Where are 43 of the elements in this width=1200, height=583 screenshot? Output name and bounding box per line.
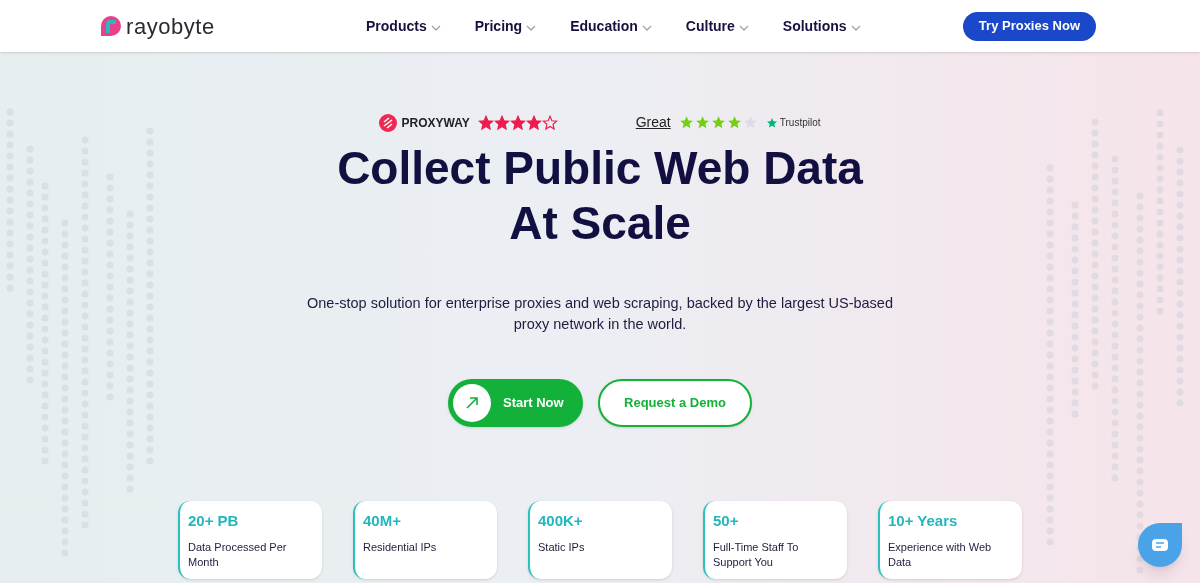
- star-icon: [694, 115, 710, 130]
- stat-label: Static IPs: [538, 539, 586, 555]
- chevron-down-icon: [738, 25, 749, 31]
- logo-wordmark[interactable]: rayobyte: [126, 9, 215, 43]
- arrow-up-right-icon: [465, 396, 479, 410]
- try-proxies-button[interactable]: Try Proxies Now: [962, 11, 1096, 41]
- stat-label: Full-Time Staff To Support You: [713, 539, 800, 570]
- stat-label: Residential IPs: [363, 539, 438, 555]
- star-icon: [509, 114, 526, 131]
- nav-menu-item[interactable]: Education: [570, 15, 652, 37]
- proxyway-name: PROXYWAY: [401, 114, 470, 132]
- chevron-down-icon: [526, 25, 537, 31]
- star-icon: [493, 114, 510, 131]
- trustpilot-star-icon: [765, 116, 778, 129]
- star-icon: [541, 114, 558, 131]
- chat-button[interactable]: [1138, 523, 1182, 567]
- star-icon: [525, 114, 542, 131]
- nav-menu-item[interactable]: Culture: [685, 15, 749, 37]
- nav-menu-item[interactable]: Solutions: [782, 15, 861, 37]
- stat-value: 400K+: [538, 511, 584, 531]
- stat-value: 50+: [713, 511, 740, 531]
- stat-value: 40M+: [363, 511, 402, 531]
- star-icon: [678, 115, 694, 130]
- proxyway-logo-icon: [379, 113, 398, 132]
- chevron-down-icon: [641, 25, 652, 31]
- star-icon: [710, 115, 726, 130]
- hero-subtitle: One-stop solution for enterprise proxies and web scraping, backed by the largest US-based proxy network in the world.: [306, 294, 894, 334]
- nav-menu-item[interactable]: Pricing: [474, 15, 537, 37]
- trustpilot-name: Trustpilot: [779, 116, 821, 130]
- stat-label: Data Processed Per Month: [188, 539, 288, 570]
- star-icon: [742, 115, 758, 130]
- nav-menu-item[interactable]: Products: [366, 15, 441, 37]
- chevron-down-icon: [430, 25, 441, 31]
- stat-value: 10+ Years: [888, 511, 959, 531]
- logo-icon: [100, 15, 122, 37]
- stat-value: 20+ PB: [188, 511, 240, 531]
- chevron-down-icon: [850, 25, 861, 31]
- chat-icon: [1151, 538, 1169, 552]
- star-icon: [726, 115, 742, 130]
- stat-label: Experience with Web Data: [888, 539, 993, 570]
- star-icon: [477, 114, 494, 131]
- trustpilot-verdict[interactable]: Great: [635, 112, 671, 133]
- hero-title: Collect Public Web Data At Scale: [337, 141, 863, 251]
